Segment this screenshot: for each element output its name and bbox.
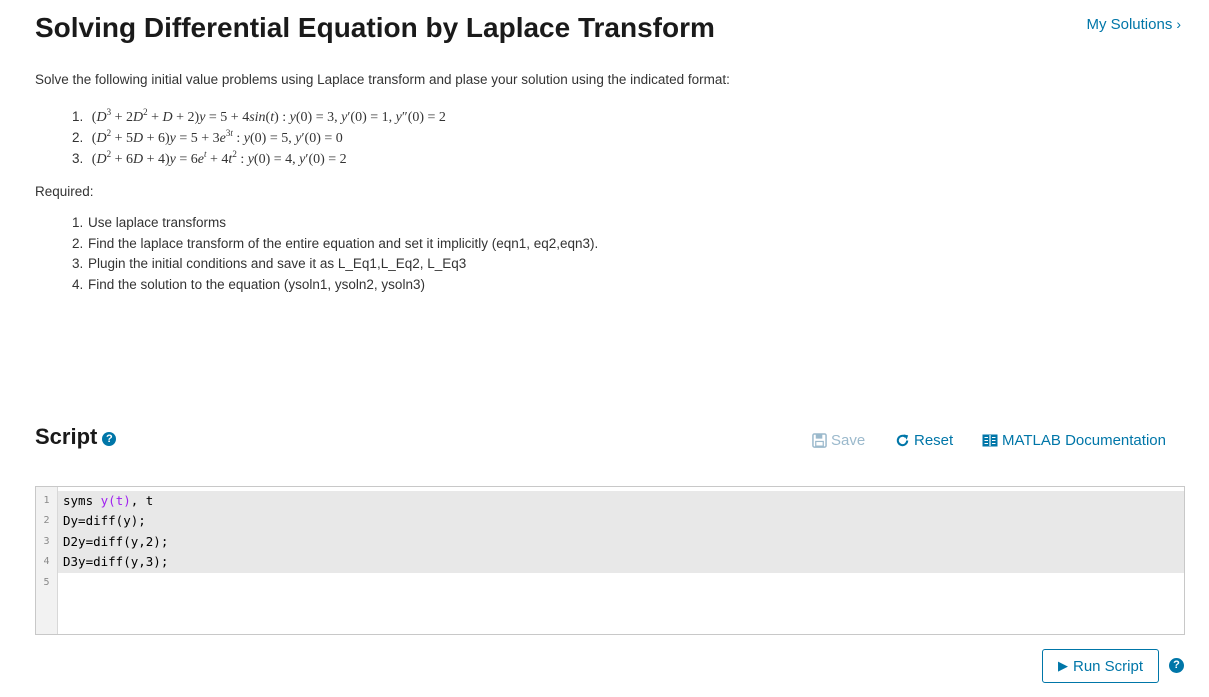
code-line[interactable]: 4 D3y=diff(y,3); [36, 552, 1184, 573]
reset-label: Reset [914, 432, 954, 449]
reset-icon [895, 433, 910, 448]
problem-list: 1. (D3 + 2D2 + D + 2)y = 5 + 4sin(t) : y… [72, 102, 446, 167]
code-line[interactable]: 3 D2y=diff(y,2); [36, 531, 1184, 553]
required-item: 1. Use laplace transforms [72, 215, 227, 230]
required-item: 2. Find the laplace transform of the enti… [72, 235, 599, 251]
line-number: 5 [36, 572, 58, 593]
my-solutions-link[interactable]: My Solutions › [1086, 16, 1181, 33]
line-number: 2 [36, 511, 58, 532]
code-text: D3y=diff(y,3); [63, 554, 169, 570]
code-text: Dy=diff(y); [63, 513, 146, 529]
play-icon: ▶ [1057, 658, 1068, 673]
required-list: 1. Use laplace transforms 2. Find the lapl… [72, 213, 598, 296]
code-editor[interactable]: 1 syms y(t), t 2 Dy=diff(y); 3 D2y=diff(y,2… [35, 486, 1185, 635]
book-icon [982, 434, 998, 447]
equation-3: (D2 + 6D + 4)y = 6et + 4t2 : y(0) = 4, y… [91, 149, 347, 167]
question-circle-icon[interactable]: ? [1169, 658, 1184, 673]
matlab-documentation-link[interactable]: MATLAB Documentation [982, 432, 1166, 449]
floppy-disk-icon [812, 433, 827, 448]
problem-item: 3. (D2 + 6D + 4)y = 6et + 4t2 : y(0) = 4… [72, 149, 347, 167]
question-circle-icon[interactable]: ? [102, 432, 117, 446]
chevron-right-icon: › [1176, 16, 1181, 32]
required-label: Required: [35, 184, 94, 199]
page-title: Solving Differential Equation by Laplace… [35, 12, 715, 43]
code-text: syms y(t), t [63, 493, 154, 508]
my-solutions-label: My Solutions [1086, 16, 1173, 33]
required-item: 3. Plugin the initial conditions and save… [72, 256, 467, 272]
save-label: Save [831, 432, 866, 449]
line-number: 3 [36, 531, 58, 553]
script-heading: Script? [35, 424, 117, 450]
problem-item: 2. (D2 + 5D + 6)y = 5 + 3e3t : y(0) = 5,… [72, 128, 343, 146]
run-script-button[interactable]: ▶ Run Script [1042, 649, 1159, 683]
matlab-documentation-label: MATLAB Documentation [1002, 432, 1166, 449]
reset-button[interactable]: Reset [895, 432, 953, 449]
problem-item: 1. (D3 + 2D2 + D + 2)y = 5 + 4sin(t) : y… [72, 107, 446, 125]
line-number: 1 [36, 491, 58, 512]
intro-text: Solve the following initial value proble… [35, 72, 730, 87]
code-text: D2y=diff(y,2); [63, 533, 169, 549]
line-number: 4 [36, 552, 58, 573]
run-script-label: Run Script [1072, 657, 1144, 675]
code-line[interactable]: 2 Dy=diff(y); [36, 511, 1184, 532]
code-line[interactable]: 1 syms y(t), t [36, 491, 1184, 512]
code-line[interactable]: 5 [36, 572, 1184, 593]
required-item: 4. Find the solution to the equation (yso… [72, 277, 425, 293]
save-button[interactable]: Save [812, 432, 865, 449]
script-heading-label: Script [35, 424, 98, 449]
